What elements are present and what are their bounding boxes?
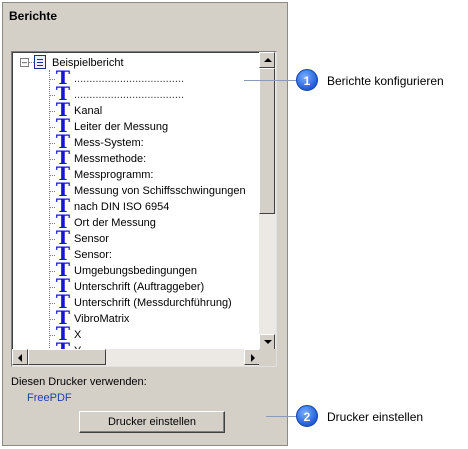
tree-item-label: Unterschrift (Messdurchführung) bbox=[74, 297, 232, 309]
tree-item[interactable]: T Ort der Messung bbox=[49, 213, 259, 232]
tree-item-label: .................................... bbox=[74, 89, 185, 101]
tree-item-label: Messmethode: bbox=[74, 153, 147, 165]
callout-line-2 bbox=[266, 416, 296, 417]
scrollbar-corner bbox=[259, 349, 276, 366]
tree-item[interactable]: T Sensor bbox=[49, 229, 259, 248]
tree-item-label: Messung von Schiffsschwingungen bbox=[74, 185, 246, 197]
callout-text-1: Berichte konfigurieren bbox=[327, 74, 444, 88]
tree-item-label: Kanal bbox=[74, 105, 103, 117]
scroll-left-button[interactable] bbox=[12, 349, 28, 365]
tree-item[interactable]: T Sensor: bbox=[49, 245, 259, 264]
horizontal-scroll-thumb[interactable] bbox=[28, 349, 106, 365]
callout-line-1 bbox=[244, 80, 296, 81]
scroll-up-button[interactable] bbox=[259, 52, 275, 68]
tree-item-label: Sensor: bbox=[74, 249, 112, 261]
tree-item-label: Umgebungsbedingungen bbox=[74, 265, 197, 277]
callout-badge-1: 1 bbox=[296, 69, 318, 91]
arrow-down-icon bbox=[264, 340, 272, 344]
reports-panel: Berichte – Beispielbericht T............… bbox=[2, 2, 288, 446]
tree-item[interactable]: T Umgebungsbedingungen bbox=[49, 261, 259, 280]
tree-item[interactable]: T.................................... bbox=[49, 69, 259, 88]
arrow-left-icon bbox=[18, 354, 22, 362]
tree-item-label: X bbox=[74, 329, 82, 341]
vertical-scrollbar[interactable] bbox=[259, 52, 276, 350]
arrow-up-icon bbox=[264, 58, 272, 62]
tree-item[interactable]: T Unterschrift (Messdurchführung) bbox=[49, 293, 259, 312]
tree-item-label: Leiter der Messung bbox=[74, 121, 169, 133]
tree-item[interactable]: T VibroMatrix bbox=[49, 309, 259, 328]
tree-item[interactable]: T Messmethode: bbox=[49, 149, 259, 168]
report-tree[interactable]: – Beispielbericht T.....................… bbox=[11, 51, 277, 367]
tree-item[interactable]: T Messprogramm: bbox=[49, 165, 259, 184]
callout-text-2: Drucker einstellen bbox=[327, 410, 424, 424]
tree-item[interactable]: Tnach DIN ISO 6954 bbox=[49, 197, 259, 216]
printer-label: Diesen Drucker verwenden: bbox=[11, 376, 147, 388]
tree-item-label: .................................... bbox=[74, 73, 185, 85]
tree-item-label: Unterschrift (Auftraggeber) bbox=[74, 281, 205, 293]
arrow-right-icon bbox=[251, 354, 255, 362]
callout-badge-2: 2 bbox=[296, 405, 318, 427]
tree-item[interactable]: T Messung von Schiffsschwingungen bbox=[49, 181, 259, 200]
vertical-scroll-thumb[interactable] bbox=[259, 68, 275, 214]
tree-item-label: Mess-System: bbox=[74, 137, 144, 149]
panel-title: Berichte bbox=[9, 9, 58, 23]
tree-item[interactable]: T Mess-System: bbox=[49, 133, 259, 152]
tree-collapse-minus-icon[interactable]: – bbox=[20, 58, 29, 67]
tree-item-label: Messprogramm: bbox=[74, 169, 154, 181]
tree-content: – Beispielbericht T.....................… bbox=[12, 52, 260, 350]
tree-item[interactable]: TX bbox=[49, 325, 259, 344]
tree-item[interactable]: T Leiter der Messung bbox=[49, 117, 259, 136]
scroll-down-button[interactable] bbox=[259, 334, 275, 350]
printer-setup-button[interactable]: Drucker einstellen bbox=[79, 411, 225, 433]
report-document-icon bbox=[34, 55, 46, 69]
tree-item-label: VibroMatrix bbox=[74, 313, 130, 325]
horizontal-scrollbar[interactable] bbox=[12, 349, 260, 366]
scroll-right-button[interactable] bbox=[244, 349, 260, 365]
printer-name: FreePDF bbox=[27, 392, 72, 404]
tree-item[interactable]: T Kanal bbox=[49, 101, 259, 120]
tree-item-label: nach DIN ISO 6954 bbox=[74, 201, 170, 213]
tree-item[interactable]: T.................................... bbox=[49, 85, 259, 104]
tree-item-label: Ort der Messung bbox=[74, 217, 156, 229]
tree-item[interactable]: T Unterschrift (Auftraggeber) bbox=[49, 277, 259, 296]
tree-item-label: Sensor bbox=[74, 233, 109, 245]
